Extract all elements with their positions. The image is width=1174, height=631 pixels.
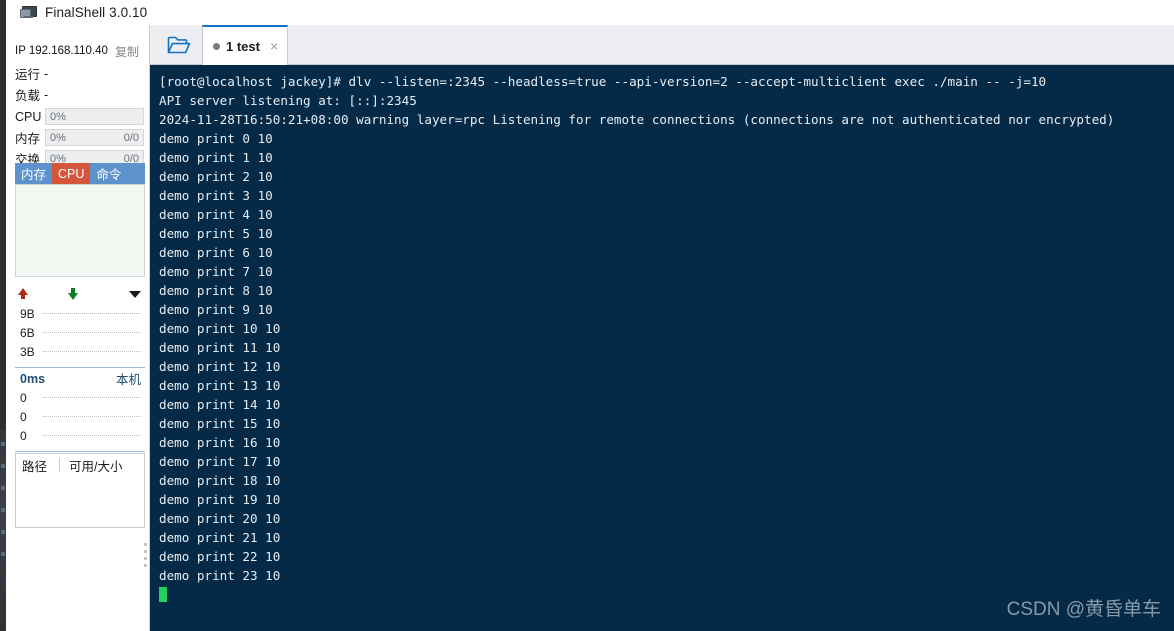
- ping-tick-0-c: 0: [15, 429, 43, 443]
- load-label: 负载: [15, 85, 40, 104]
- gridline: [43, 397, 141, 399]
- tab-1-test[interactable]: 1 test ×: [202, 25, 288, 65]
- terminal-output[interactable]: [root@localhost jackey]# dlv --listen=:2…: [150, 65, 1174, 631]
- arrow-up-icon-stem: [21, 294, 25, 299]
- terminal-line: demo print 3 10: [159, 186, 1174, 205]
- ping-graph-header: 0ms 本机: [15, 369, 145, 388]
- disk-table-header: 路径 可用/大小: [16, 454, 144, 476]
- ping-graph: 0 0 0: [15, 388, 145, 452]
- tab-command[interactable]: 命令: [90, 163, 127, 184]
- gridline: [43, 416, 141, 418]
- gridline: [43, 313, 141, 315]
- terminal-line: demo print 6 10: [159, 243, 1174, 262]
- memory-meter-row: 内存 0% 0/0: [15, 128, 144, 147]
- terminal-tab-strip: 1 test ×: [150, 25, 1174, 65]
- open-folder-icon[interactable]: [158, 29, 200, 61]
- network-tick-9b: 9B: [15, 307, 43, 321]
- network-graph-row: 9B: [15, 304, 145, 323]
- memory-meter-detail: 0/0: [124, 132, 139, 144]
- disk-col-path: 路径: [22, 456, 47, 475]
- load-value: -: [44, 88, 48, 102]
- chevron-down-icon[interactable]: [129, 291, 141, 298]
- terminal-line: demo print 5 10: [159, 224, 1174, 243]
- terminal-line: demo print 2 10: [159, 167, 1174, 186]
- uptime-label: 运行: [15, 64, 40, 83]
- terminal-line: demo print 4 10: [159, 205, 1174, 224]
- terminal-line: demo print 20 10: [159, 509, 1174, 528]
- terminal-line: demo print 18 10: [159, 471, 1174, 490]
- terminal-line: demo print 14 10: [159, 395, 1174, 414]
- cpu-meter-label: CPU: [15, 110, 45, 124]
- close-icon[interactable]: ×: [270, 39, 278, 53]
- terminal-line: demo print 13 10: [159, 376, 1174, 395]
- tab-cpu[interactable]: CPU: [52, 163, 90, 184]
- ip-address: IP 192.168.110.40: [15, 45, 108, 57]
- terminal-line: demo print 23 10: [159, 566, 1174, 585]
- disk-col-usage: 可用/大小: [69, 456, 122, 475]
- gridline: [43, 351, 141, 353]
- copy-ip-button[interactable]: 复制: [115, 43, 139, 60]
- terminal-line: demo print 8 10: [159, 281, 1174, 300]
- resize-grip[interactable]: [144, 543, 147, 573]
- terminal-line: 2024-11-28T16:50:21+08:00 warning layer=…: [159, 110, 1174, 129]
- terminal-line: demo print 16 10: [159, 433, 1174, 452]
- terminal-line: demo print 12 10: [159, 357, 1174, 376]
- ping-tick-0-b: 0: [15, 410, 43, 424]
- network-graph-row: 6B: [15, 323, 145, 342]
- terminal-line: demo print 17 10: [159, 452, 1174, 471]
- network-graph: 9B 6B 3B: [15, 304, 145, 368]
- uptime-value: -: [44, 67, 48, 81]
- terminal-line: demo print 22 10: [159, 547, 1174, 566]
- arrow-down-icon: [68, 293, 78, 300]
- load-row: 负载 -: [6, 84, 149, 105]
- network-graph-row: 3B: [15, 342, 145, 361]
- memory-meter-percent: 0%: [50, 132, 66, 144]
- ping-latency: 0ms: [20, 372, 45, 386]
- terminal-line: demo print 19 10: [159, 490, 1174, 509]
- ip-row: IP 192.168.110.40 复制: [6, 39, 149, 63]
- monitor-icon: [20, 6, 36, 20]
- network-graph-header: [15, 285, 145, 304]
- ping-host: 本机: [116, 369, 141, 388]
- app-title: FinalShell 3.0.10: [45, 5, 147, 20]
- terminal-line: demo print 21 10: [159, 528, 1174, 547]
- uptime-row: 运行 -: [6, 63, 149, 84]
- server-info-sidebar: IP 192.168.110.40 复制 运行 - 负载 - CPU 0% 内存…: [6, 25, 150, 631]
- terminal-cursor: [159, 587, 167, 602]
- resource-tabs: 内存 CPU 命令: [15, 163, 145, 184]
- title-bar: FinalShell 3.0.10: [6, 0, 1174, 25]
- terminal-line: demo print 1 10: [159, 148, 1174, 167]
- ping-graph-row: 0: [15, 388, 145, 407]
- ping-graph-row: 0: [15, 426, 145, 445]
- memory-meter-label: 内存: [15, 128, 45, 147]
- resource-chart-panel: [15, 184, 145, 277]
- ping-graph-row: 0: [15, 407, 145, 426]
- ping-tick-0-a: 0: [15, 391, 43, 405]
- gridline: [43, 332, 141, 334]
- disk-usage-panel: 路径 可用/大小: [15, 453, 145, 528]
- network-tick-3b: 3B: [15, 345, 43, 359]
- network-tick-6b: 6B: [15, 326, 43, 340]
- cpu-meter-row: CPU 0%: [15, 107, 144, 126]
- tab-memory[interactable]: 内存: [15, 163, 52, 184]
- column-divider: [59, 458, 60, 472]
- tab-label: 1 test: [226, 39, 260, 54]
- terminal-line: demo print 7 10: [159, 262, 1174, 281]
- memory-meter: 0% 0/0: [45, 129, 144, 146]
- finalshell-window: FinalShell 3.0.10 IP 192.168.110.40 复制 运…: [0, 0, 1174, 631]
- terminal-line: demo print 10 10: [159, 319, 1174, 338]
- terminal-line: API server listening at: [::]:2345: [159, 91, 1174, 110]
- cpu-meter-percent: 0%: [50, 111, 66, 123]
- gridline: [43, 435, 141, 437]
- terminal-line: [root@localhost jackey]# dlv --listen=:2…: [159, 72, 1174, 91]
- terminal-line: demo print 9 10: [159, 300, 1174, 319]
- watermark: CSDN @黄昏单车: [1007, 594, 1161, 621]
- terminal-text: [root@localhost jackey]# dlv --listen=:2…: [150, 65, 1174, 604]
- terminal-line: demo print 15 10: [159, 414, 1174, 433]
- tab-status-dot-icon: [213, 43, 220, 50]
- terminal-line: demo print 11 10: [159, 338, 1174, 357]
- terminal-line: demo print 0 10: [159, 129, 1174, 148]
- arrow-down-icon-stem: [71, 288, 75, 294]
- cpu-meter: 0%: [45, 108, 144, 125]
